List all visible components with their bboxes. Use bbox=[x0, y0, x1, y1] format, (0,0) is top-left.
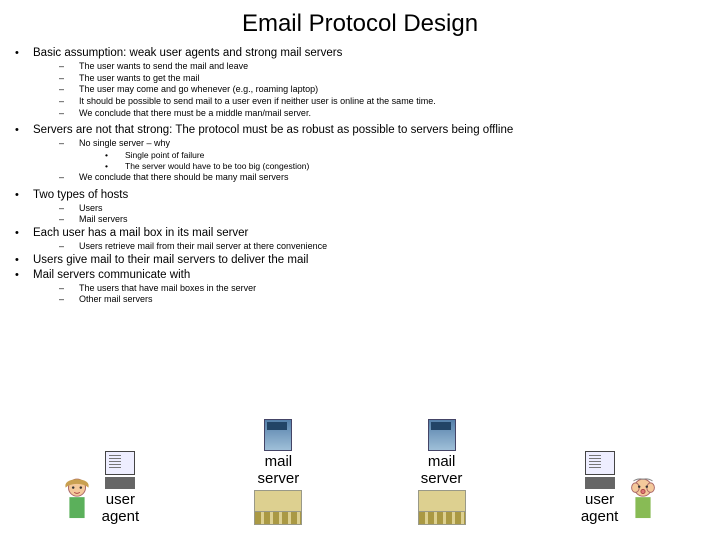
bullet-l2: –The user wants to send the mail and lea… bbox=[59, 61, 705, 73]
bullet-l2: –Users bbox=[59, 203, 705, 215]
bullet-l2: –Mail servers bbox=[59, 214, 705, 226]
mail-server-right: mail server bbox=[418, 419, 466, 525]
mail-server-label: mail server bbox=[421, 453, 463, 487]
server-icon bbox=[428, 419, 456, 451]
mail-server-label: mail server bbox=[258, 453, 300, 487]
bullet-l3: •Single point of failure bbox=[105, 150, 705, 161]
bullet-l2: –The users that have mail boxes in the s… bbox=[59, 283, 705, 295]
slide-title: Email Protocol Design bbox=[15, 10, 705, 38]
bullet-l1: •Basic assumption: weak user agents and … bbox=[15, 46, 705, 61]
user-agent-label: user agent bbox=[581, 491, 619, 525]
bullet-l2: –No single server – why bbox=[59, 138, 705, 150]
content-outline: •Basic assumption: weak user agents and … bbox=[15, 46, 705, 306]
bullet-l1: •Two types of hosts bbox=[15, 188, 705, 203]
bullet-l1: •Each user has a mail box in its mail se… bbox=[15, 226, 705, 241]
server-icon bbox=[264, 419, 292, 451]
computer-icon: user agent bbox=[102, 451, 140, 525]
user-agent-left: user agent bbox=[58, 451, 140, 525]
diagram: user agent mail server mail server user … bbox=[0, 405, 720, 525]
bullet-l1: •Mail servers communicate with bbox=[15, 268, 705, 283]
person-icon bbox=[624, 475, 662, 525]
mail-server-left: mail server bbox=[254, 419, 302, 525]
bullet-l2: –We conclude that there must be a middle… bbox=[59, 108, 705, 120]
bullet-l2: –The user wants to get the mail bbox=[59, 73, 705, 85]
bullet-l2: –It should be possible to send mail to a… bbox=[59, 96, 705, 108]
user-agent-right: user agent bbox=[581, 451, 663, 525]
bullet-l3: •The server would have to be too big (co… bbox=[105, 161, 705, 172]
bullet-l2: –Users retrieve mail from their mail ser… bbox=[59, 241, 705, 253]
user-agent-label: user agent bbox=[102, 491, 140, 525]
bullet-l1: •Users give mail to their mail servers t… bbox=[15, 253, 705, 268]
computer-icon: user agent bbox=[581, 451, 619, 525]
bullet-l2: –Other mail servers bbox=[59, 294, 705, 306]
bullet-l2: –We conclude that there should be many m… bbox=[59, 172, 705, 184]
bullet-l2: –The user may come and go whenever (e.g.… bbox=[59, 84, 705, 96]
person-icon bbox=[58, 475, 96, 525]
bullet-l1: •Servers are not that strong: The protoc… bbox=[15, 123, 705, 138]
